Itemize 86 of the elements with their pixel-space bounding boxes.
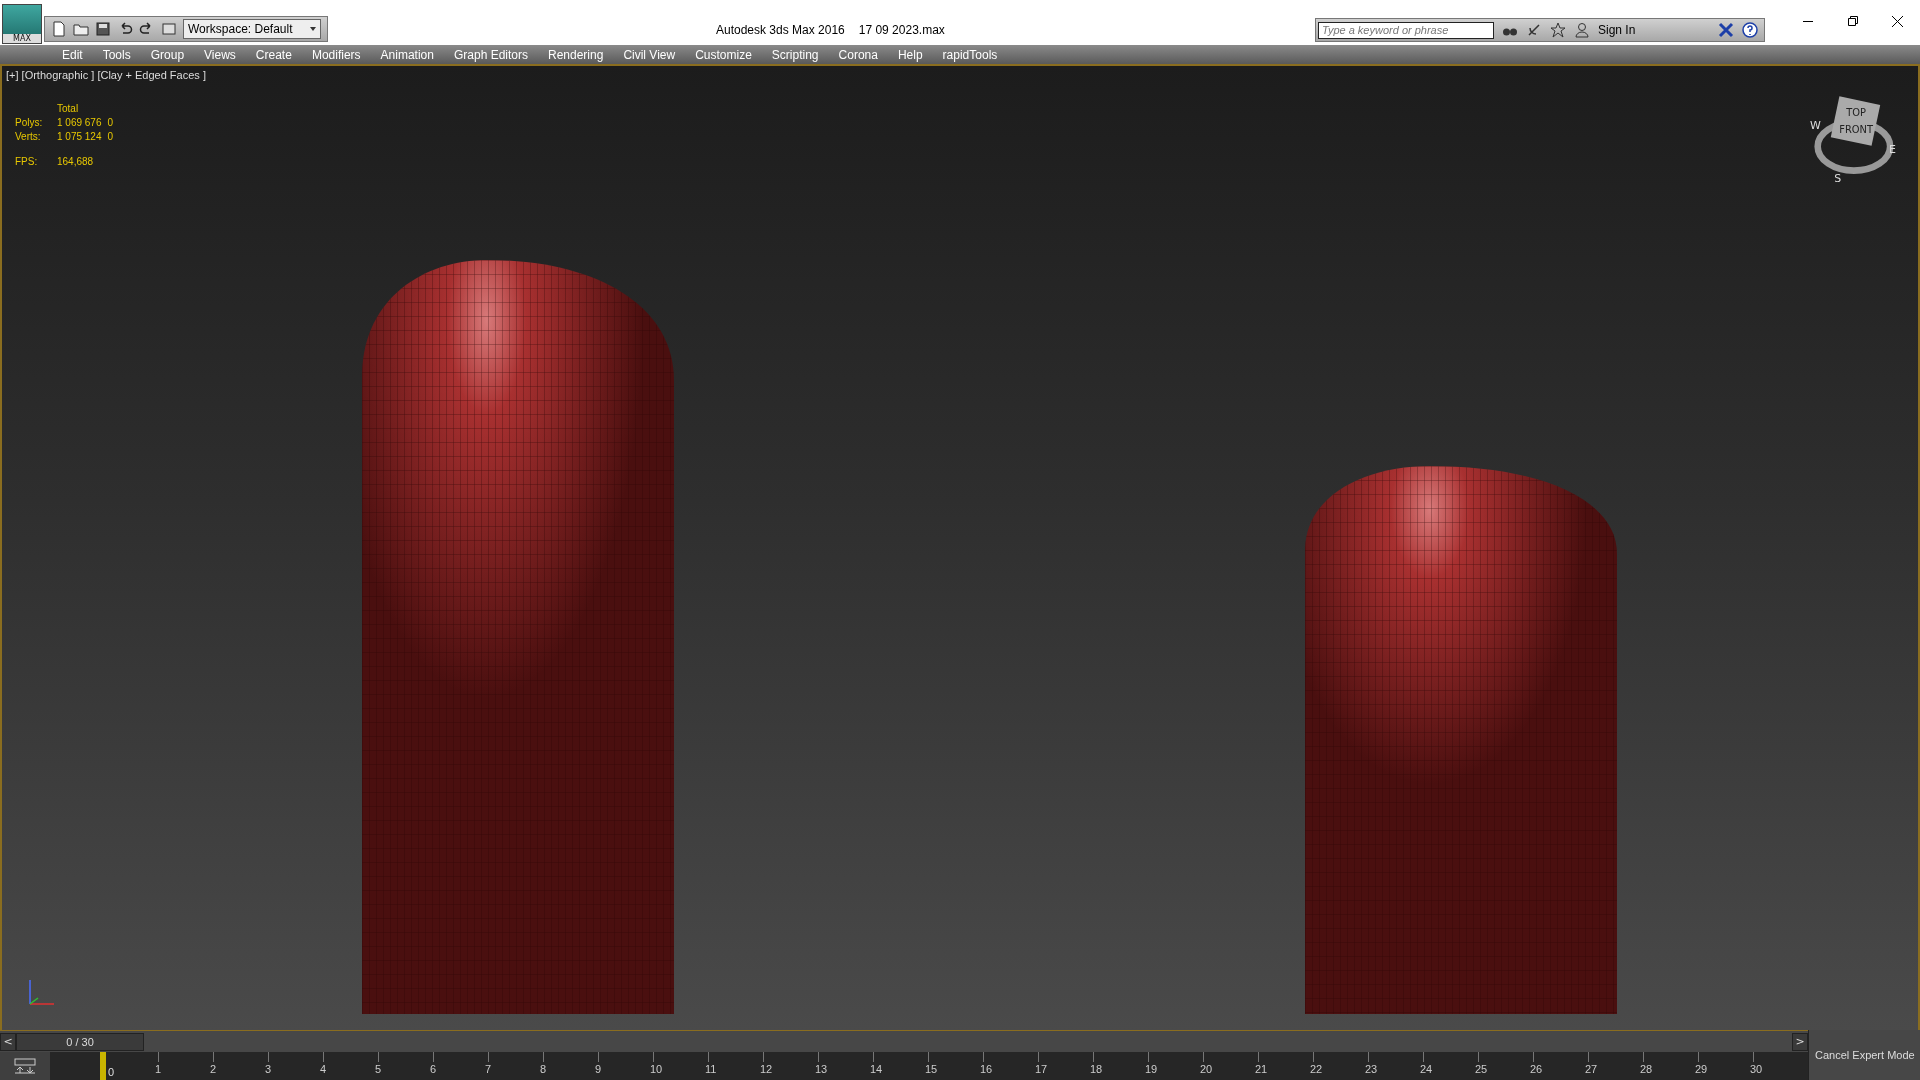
frame-number: 1 [155, 1063, 162, 1075]
frame-number: 9 [595, 1063, 602, 1075]
app-badge: MAX [3, 34, 41, 43]
menu-item[interactable]: Animation [370, 47, 444, 62]
frame-number: 15 [925, 1063, 938, 1075]
frame-number: 22 [1310, 1063, 1323, 1075]
menu-item[interactable]: Group [140, 47, 195, 62]
new-file-icon[interactable] [51, 21, 67, 37]
menu-item[interactable]: Tools [92, 47, 141, 62]
caret-icon [310, 27, 316, 31]
fps-label: FPS: [15, 156, 39, 167]
folder-icon[interactable] [73, 21, 89, 37]
compass-letter: E [1889, 143, 1896, 157]
frame-number: 14 [870, 1063, 883, 1075]
app-menu-button[interactable]: MAX [2, 4, 42, 44]
frame-number: 13 [815, 1063, 828, 1075]
cancel-expert-mode-button[interactable]: Cancel Expert Mode [1808, 1030, 1920, 1080]
exchange-icon[interactable] [1718, 22, 1734, 38]
viewcube-face-label[interactable]: TOP [1846, 106, 1866, 118]
frame-number: 24 [1420, 1063, 1433, 1075]
stats-value: 1 069 676 [57, 117, 103, 128]
menu-item[interactable]: Edit [52, 47, 93, 62]
star-icon[interactable] [1550, 22, 1566, 38]
frame-number: 8 [540, 1063, 547, 1075]
frame-number: 28 [1640, 1063, 1653, 1075]
frame-number: 5 [375, 1063, 382, 1075]
search-field[interactable]: Type a keyword or phrase [1318, 21, 1494, 39]
menu-item[interactable]: Rendering [538, 47, 614, 62]
minimize-icon [1802, 20, 1813, 22]
viewport[interactable]: [+] [Orthographic ] [Clay + Edged Faces ] Total Polys: 1 069 676 0 Verts: 1 075 124 0 FPS: 164,688 TOP W FRONT E S [0, 66, 1920, 1030]
previous-frame-button[interactable]: < [0, 1032, 16, 1051]
key-filter-button[interactable] [0, 1052, 50, 1080]
frame-number: 3 [265, 1063, 272, 1075]
help-icon[interactable] [1742, 22, 1758, 38]
save-icon[interactable] [95, 21, 111, 37]
frame-number: 27 [1585, 1063, 1598, 1075]
frame-number: 30 [1750, 1063, 1763, 1075]
frame-number: 12 [760, 1063, 773, 1075]
frame-number: 0 [108, 1066, 115, 1078]
stats-header: Total [57, 103, 80, 114]
workspace-dropdown[interactable]: Workspace: Default [183, 19, 321, 39]
menu-item[interactable]: Civil View [613, 47, 686, 62]
compass-letter: S [1834, 171, 1842, 185]
restore-icon [1847, 16, 1858, 26]
stats-label: Polys: [15, 117, 44, 128]
frame-number: 2 [210, 1063, 217, 1075]
file-name: 17 09 2023.max [858, 23, 945, 37]
next-frame-button[interactable]: > [1792, 1032, 1808, 1051]
menu-item[interactable]: Scripting [761, 47, 829, 62]
key-filter-icon [14, 1058, 36, 1074]
menu-item[interactable]: Help [887, 47, 933, 62]
menu-item[interactable]: rapidTools [932, 47, 1008, 62]
frame-number: 7 [485, 1063, 492, 1075]
menu-item[interactable]: Create [245, 47, 302, 62]
frame-number: 21 [1255, 1063, 1268, 1075]
close-icon [1892, 15, 1903, 27]
frame-number: 10 [650, 1063, 663, 1075]
time-slider-thumb[interactable]: 0 / 30 [16, 1032, 144, 1051]
app-title: Autodesk 3ds Max 2016 [716, 23, 845, 37]
frame-number: 16 [980, 1063, 993, 1075]
stats-value: 0 [107, 117, 114, 128]
menu-item[interactable]: Modifiers [301, 47, 371, 62]
sign-in-link[interactable]: Sign In [1598, 23, 1636, 37]
frame-number: 23 [1365, 1063, 1378, 1075]
stats-value: 0 [107, 131, 114, 142]
fps-value: 164,688 [57, 156, 95, 167]
viewport-label[interactable]: [+] [Orthographic ] [Clay + Edged Faces ] [6, 69, 206, 81]
frame-number: 6 [430, 1063, 437, 1075]
menu-item[interactable]: Graph Editors [443, 47, 538, 62]
stats-value: 1 075 124 [57, 131, 103, 142]
user-icon [1574, 22, 1590, 38]
menu-item[interactable]: Views [194, 47, 246, 62]
frame-number: 17 [1035, 1063, 1048, 1075]
menu-item[interactable]: Customize [685, 47, 762, 62]
frame-number: 26 [1530, 1063, 1543, 1075]
frame-number: 11 [705, 1063, 717, 1075]
stats-label: Verts: [15, 131, 42, 142]
frame-number: 4 [320, 1063, 327, 1075]
frame-number: 19 [1145, 1063, 1158, 1075]
viewcube-face-label[interactable]: FRONT [1839, 124, 1873, 136]
frame-number: 20 [1200, 1063, 1213, 1075]
menu-item[interactable]: Corona [828, 47, 888, 62]
frame-number: 29 [1695, 1063, 1708, 1075]
compass-letter: W [1810, 118, 1821, 132]
frame-number: 18 [1090, 1063, 1103, 1075]
frame-number: 25 [1475, 1063, 1488, 1075]
